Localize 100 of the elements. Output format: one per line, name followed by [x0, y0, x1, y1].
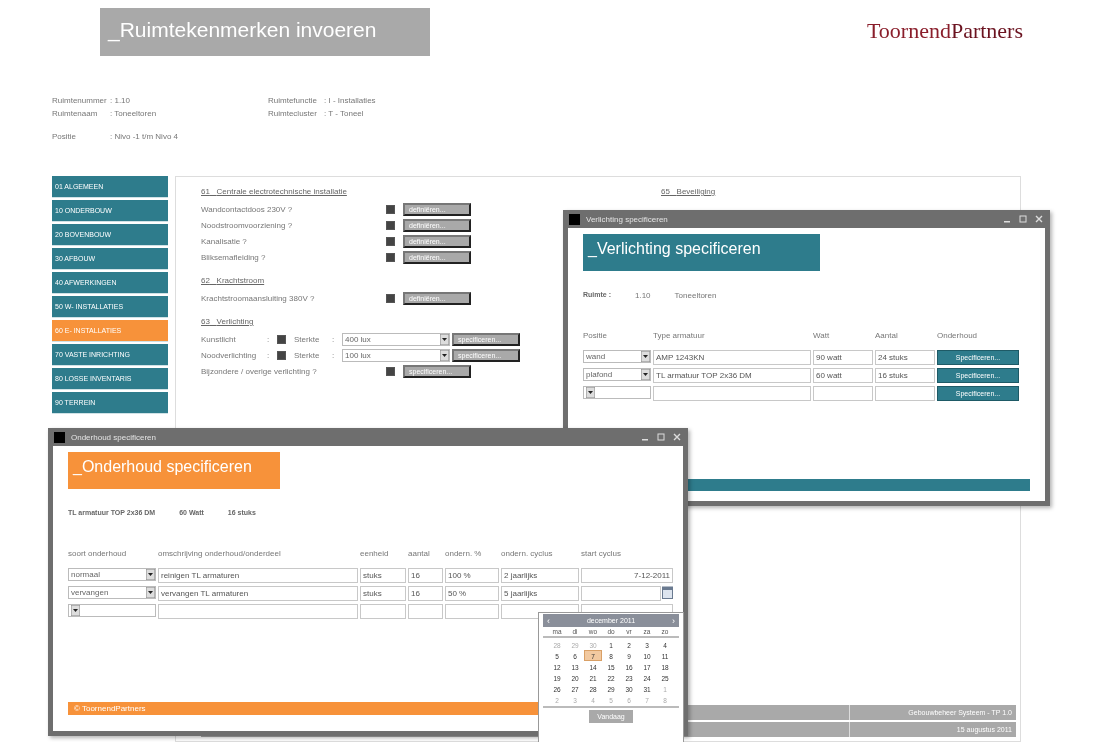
- colon: :: [332, 350, 336, 360]
- close-icon[interactable]: [672, 432, 682, 442]
- section-title: 62 Krachtstroom: [201, 276, 266, 285]
- room-number: 1.10: [635, 291, 651, 302]
- calendar-icon[interactable]: [662, 586, 673, 599]
- info-label: Ruimtecluster: [268, 109, 318, 118]
- watt-field[interactable]: [813, 386, 873, 401]
- room-name: Toneeltoren: [674, 291, 717, 302]
- app-icon: [569, 213, 580, 225]
- checkbox[interactable]: [386, 236, 395, 246]
- column-header: soort onderhoud: [68, 549, 128, 560]
- row-label: Kanalisatie ?: [201, 236, 248, 246]
- caret-icon[interactable]: [71, 605, 80, 616]
- checkbox[interactable]: [386, 204, 395, 214]
- info-value: : Nivo -1 t/m Nivo 4: [110, 132, 178, 141]
- caret-icon[interactable]: [586, 387, 595, 398]
- checkbox[interactable]: [386, 293, 395, 303]
- count-field[interactable]: [875, 386, 935, 401]
- row-label: Noodstroomvoorziening ?: [201, 220, 294, 230]
- type-field[interactable]: TL armatuur TOP 2x36 DM: [653, 368, 811, 383]
- type-dropdown[interactable]: normaal: [68, 568, 156, 581]
- watt-field[interactable]: 60 watt: [813, 368, 873, 383]
- window-heading: _Verlichting specificeren: [583, 234, 820, 271]
- caret-icon[interactable]: [641, 351, 650, 362]
- maximize-icon[interactable]: [656, 432, 666, 442]
- info-label: Ruimtefunctie: [268, 96, 318, 105]
- close-icon[interactable]: [1034, 214, 1044, 224]
- input-field[interactable]: [408, 604, 443, 619]
- row-label: Noodverlichting: [201, 350, 258, 360]
- maximize-icon[interactable]: [1018, 214, 1028, 224]
- page-title: _Ruimtekenmerken invoeren: [100, 8, 430, 56]
- info-label: Positie: [52, 132, 77, 141]
- colon: :: [267, 350, 271, 360]
- info-value: : T - Toneel: [324, 109, 364, 118]
- section-title: 65 Beveiliging: [661, 187, 716, 196]
- row-label: Kunstlicht: [201, 334, 237, 344]
- info-value: : 1.10: [110, 96, 130, 105]
- type-field[interactable]: AMP 1243KN: [653, 350, 811, 365]
- input-field[interactable]: [360, 604, 406, 619]
- section-title: 61 Centrale electrotechnische installatie: [201, 187, 348, 196]
- info-value: : I - Installaties: [324, 96, 376, 105]
- type-field[interactable]: [653, 386, 811, 401]
- checkbox[interactable]: [277, 350, 286, 360]
- caret-icon[interactable]: [146, 569, 155, 580]
- input-field[interactable]: vervangen TL armaturen: [158, 586, 358, 601]
- section-title: 63 Verlichting: [201, 317, 255, 326]
- column-header: eenheid: [360, 549, 390, 560]
- input-field[interactable]: [445, 604, 499, 619]
- strength-label: Sterkte: [294, 334, 321, 344]
- caret-icon[interactable]: [146, 587, 155, 598]
- window-title: Verlichting specificeren: [586, 214, 669, 224]
- date-field[interactable]: [581, 586, 661, 601]
- input-field[interactable]: stuks: [360, 586, 406, 601]
- caret-icon[interactable]: [641, 369, 650, 380]
- caret-icon[interactable]: [440, 333, 449, 345]
- column-header: start cyclus: [581, 549, 622, 560]
- app-icon: [54, 431, 65, 443]
- column-header: ondern. cyclus: [501, 549, 554, 560]
- column-header: Aantal: [875, 331, 899, 342]
- type-dropdown[interactable]: vervangen: [68, 586, 156, 599]
- copyright-text: © ToornendPartners: [74, 704, 146, 715]
- input-field[interactable]: 16: [408, 568, 443, 583]
- checkbox[interactable]: [386, 220, 395, 230]
- strength-label: Sterkte: [294, 350, 321, 360]
- input-field[interactable]: [158, 604, 358, 619]
- watt-field[interactable]: 90 watt: [813, 350, 873, 365]
- input-field[interactable]: 100 %: [445, 568, 499, 583]
- count-field[interactable]: 16 stuks: [875, 368, 935, 383]
- date-field[interactable]: 7-12-2011: [581, 568, 673, 583]
- position-dropdown[interactable]: wand: [583, 350, 651, 363]
- input-field[interactable]: 16: [408, 586, 443, 601]
- input-field[interactable]: stuks: [360, 568, 406, 583]
- column-header: ondern. %: [445, 549, 483, 560]
- input-field[interactable]: reinigen TL armaturen: [158, 568, 358, 583]
- window-title: Onderhoud specificeren: [71, 432, 157, 442]
- row-label: Krachtstroomaansluiting 380V ?: [201, 293, 316, 303]
- row-label: Bliksemafleiding ?: [201, 252, 267, 262]
- column-header: Watt: [813, 331, 831, 342]
- checkbox[interactable]: [386, 252, 395, 262]
- row-label: Bijzondere / overige verlichting ?: [201, 366, 318, 376]
- strength-dropdown[interactable]: 400 lux: [342, 332, 450, 346]
- input-field[interactable]: 50 %: [445, 586, 499, 601]
- caret-icon[interactable]: [440, 349, 449, 361]
- input-field[interactable]: 2 jaarlijks: [501, 568, 579, 583]
- window-heading: _Onderhoud specificeren: [68, 452, 280, 489]
- strength-dropdown[interactable]: 100 lux: [342, 348, 450, 362]
- count-field[interactable]: 24 stuks: [875, 350, 935, 365]
- colon: :: [332, 334, 336, 344]
- column-header: omschrijving onderhoud/onderdeel: [158, 549, 282, 560]
- column-header: Type armatuur: [653, 331, 706, 342]
- info-label: Ruimtenummer: [52, 96, 108, 105]
- column-header: Positie: [583, 331, 608, 342]
- checkbox[interactable]: [386, 366, 395, 376]
- column-header: Onderhoud: [937, 331, 979, 342]
- logo: ToornendPartners: [866, 18, 1023, 44]
- position-dropdown[interactable]: plafond: [583, 368, 651, 381]
- input-field[interactable]: 5 jaarlijks: [501, 586, 579, 601]
- checkbox[interactable]: [277, 334, 286, 344]
- row-label: Wandcontactdoos 230V ?: [201, 204, 294, 214]
- column-header: aantal: [408, 549, 431, 560]
